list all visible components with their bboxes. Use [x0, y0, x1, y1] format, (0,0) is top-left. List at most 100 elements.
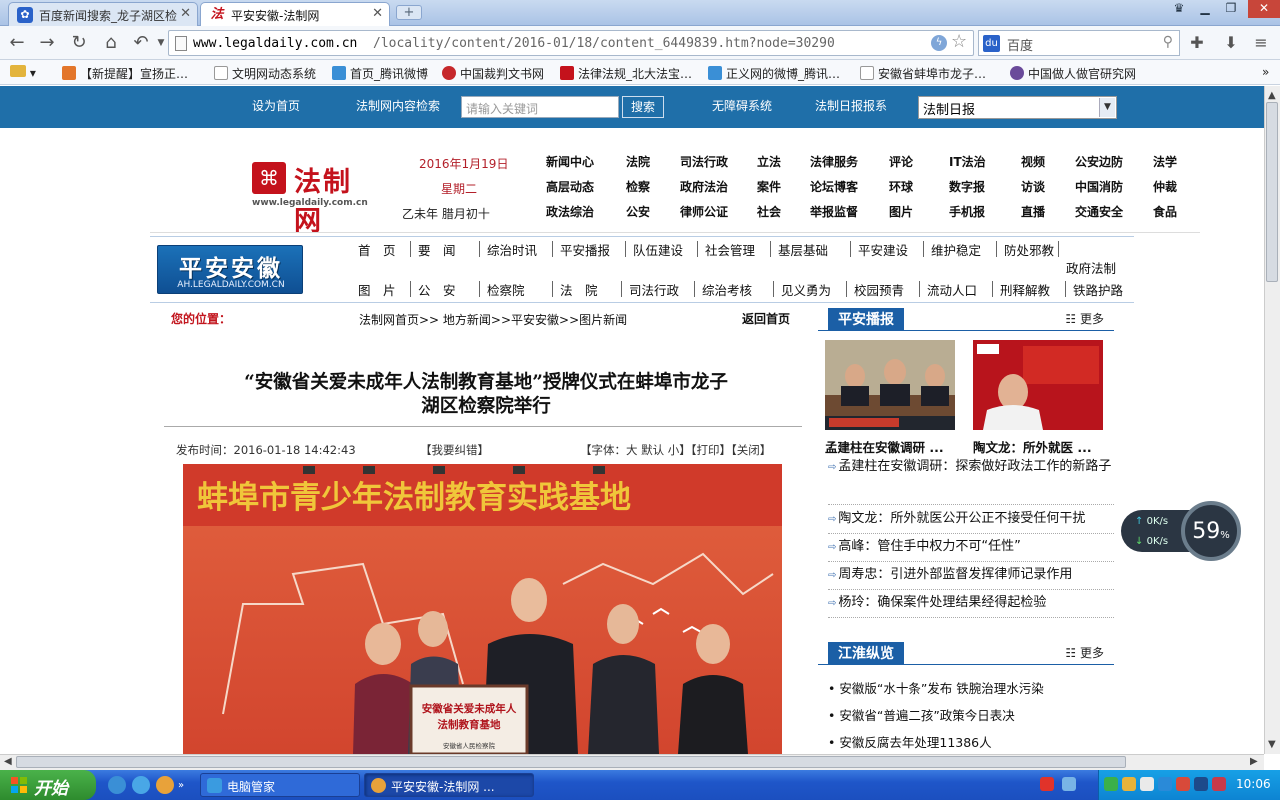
header-nav-item[interactable]: 政法综治	[546, 203, 594, 220]
home-button[interactable]: ⌂	[100, 32, 122, 54]
set-homepage-link[interactable]: 设为首页	[252, 97, 300, 114]
header-nav-item[interactable]: 仲裁	[1153, 178, 1177, 195]
site-logo[interactable]: ⌘ 法制网 www.legaldaily.com.cn	[250, 162, 370, 237]
thumbnail-caption[interactable]: 陶文龙：所外就医 ...	[973, 437, 1092, 456]
header-nav-item[interactable]: 公安边防	[1075, 153, 1123, 170]
extension-icon[interactable]: ✚	[1186, 32, 1208, 54]
header-nav-item[interactable]: 论坛博客	[810, 178, 858, 195]
header-nav-item[interactable]: IT法治	[949, 153, 986, 170]
back-button[interactable]: ←	[6, 32, 28, 54]
back-home-link[interactable]: 返回首页	[742, 310, 790, 327]
channel-nav-item[interactable]: 公 安	[418, 280, 456, 299]
minimize-button[interactable]: ▁	[1192, 0, 1218, 18]
header-nav-item[interactable]: 图片	[889, 203, 913, 220]
bookmark-item[interactable]: 【新提醒】宣扬正…	[62, 65, 188, 82]
bookmark-item[interactable]: 法律法规_北大法宝…	[560, 65, 692, 82]
article-tools[interactable]: 【字体：大 默认 小】【打印】【关闭】	[580, 442, 771, 458]
list-item[interactable]: • 安徽省“普遍二孩”政策今日表决	[828, 705, 1015, 724]
more-link[interactable]: ☷ 更多	[1065, 644, 1104, 661]
header-nav-item[interactable]: 案件	[757, 178, 781, 195]
thumbnail-interview[interactable]	[973, 340, 1103, 430]
task-pc-manager[interactable]: 电脑管家	[200, 773, 360, 797]
bookmarks-folder-icon[interactable]: ▾	[10, 65, 36, 80]
channel-nav-item[interactable]: 校园预青	[854, 280, 904, 299]
keyword-input[interactable]: 请输入关键词	[461, 96, 619, 118]
header-nav-item[interactable]: 中国消防	[1075, 178, 1123, 195]
header-nav-item[interactable]: 公安	[626, 203, 650, 220]
close-icon[interactable]: ✕	[180, 6, 191, 21]
bookmark-item[interactable]: 文明网动态系统	[214, 65, 316, 82]
header-nav-item[interactable]: 食品	[1153, 203, 1177, 220]
scroll-right-arrow[interactable]: ▶	[1250, 756, 1258, 767]
list-item[interactable]: ⇨ 周寿忠：引进外部监督发挥律师记录作用	[828, 564, 1114, 587]
reload-button[interactable]: ↻	[68, 32, 90, 54]
forward-button[interactable]: →	[36, 32, 58, 54]
channel-nav-item[interactable]: 基层基础	[778, 240, 828, 259]
channel-nav-item[interactable]: 队伍建设	[633, 240, 683, 259]
baidu-icon[interactable]: du	[983, 35, 1000, 52]
close-window-button[interactable]: ✕	[1248, 0, 1280, 18]
tab-baidu-news[interactable]: ✿ 百度新闻搜索_龙子湖区检 ✕	[8, 2, 198, 26]
task-browser[interactable]: 平安安徽-法制网 ...	[364, 773, 534, 797]
shirt-icon[interactable]: ♛	[1166, 0, 1192, 18]
channel-nav-item[interactable]: 政府法制	[1066, 258, 1116, 277]
header-nav-item[interactable]: 环球	[889, 178, 913, 195]
address-bar[interactable]: www.legaldaily.com.cn /locality/content/…	[168, 30, 974, 56]
channel-nav-item[interactable]: 法 院	[560, 280, 598, 299]
channel-nav-item[interactable]: 司法行政	[629, 280, 679, 299]
restore-button[interactable]: ❐	[1218, 0, 1244, 18]
bookmark-item[interactable]: 首页_腾讯微博	[332, 65, 428, 82]
channel-nav-item[interactable]: 综治考核	[702, 280, 752, 299]
network-speed-widget[interactable]: ↑ 0K/s ↓ 0K/s 59%	[1121, 501, 1241, 561]
tray-icon[interactable]	[1140, 777, 1154, 791]
accessibility-link[interactable]: 无障碍系统	[712, 97, 772, 114]
tray-icon[interactable]	[1212, 777, 1226, 791]
header-nav-item[interactable]: 政府法治	[680, 178, 728, 195]
channel-nav-item[interactable]: 平安播报	[560, 240, 610, 259]
new-tab-button[interactable]: +	[396, 5, 422, 20]
download-icon[interactable]: ⬇	[1220, 32, 1242, 54]
channel-nav-item[interactable]: 刑释解教	[1000, 280, 1050, 299]
channel-nav-item[interactable]: 防处邪教	[1004, 240, 1054, 259]
channel-nav-item[interactable]: 综治时讯	[487, 240, 537, 259]
channel-nav-item[interactable]: 见义勇为	[781, 280, 831, 299]
ie-icon[interactable]	[132, 776, 150, 794]
header-nav-item[interactable]: 视频	[1021, 153, 1045, 170]
header-nav-item[interactable]: 直播	[1021, 203, 1045, 220]
star-icon[interactable]: ☆	[951, 31, 967, 52]
tray-icon[interactable]	[1158, 777, 1172, 791]
tray-icon[interactable]	[1104, 777, 1118, 791]
bookmark-item[interactable]: 正义网的微博_腾讯…	[708, 65, 840, 82]
newspaper-group-link[interactable]: 法制日报报系	[815, 97, 887, 114]
scroll-left-arrow[interactable]: ◀	[4, 756, 12, 767]
chevron-icon[interactable]: »	[178, 780, 190, 791]
channel-nav-item[interactable]: 流动人口	[927, 280, 977, 299]
menu-icon[interactable]: ≡	[1250, 32, 1272, 54]
list-item[interactable]: ⇨ 孟建柱在安徽调研：探索做好政法工作的新路子	[828, 456, 1114, 479]
channel-logo[interactable]: 平安安徽 AH.LEGALDAILY.COM.CN	[157, 245, 303, 294]
horizontal-scroll-thumb[interactable]	[16, 756, 1126, 768]
list-item[interactable]: ⇨ 杨玲：确保案件处理结果经得起检验	[828, 592, 1114, 615]
header-nav-item[interactable]: 交通安全	[1075, 203, 1123, 220]
header-nav-item[interactable]: 新闻中心	[546, 153, 594, 170]
breadcrumb[interactable]: 法制网首页>> 地方新闻>>平安安徽>>图片新闻	[359, 311, 627, 328]
list-item[interactable]: ⇨ 高峰：管住手中权力不可“任性”	[828, 536, 1114, 559]
channel-nav-item[interactable]: 图 片	[358, 280, 396, 299]
header-nav-item[interactable]: 社会	[757, 203, 781, 220]
search-input[interactable]: du 百度 ⚲	[978, 30, 1180, 56]
header-nav-item[interactable]: 法院	[626, 153, 650, 170]
list-item[interactable]: • 安徽版“水十条”发布 铁腕治理水污染	[828, 678, 1044, 697]
more-link[interactable]: ☷ 更多	[1065, 310, 1104, 327]
sogou-icon[interactable]	[1040, 777, 1054, 791]
channel-nav-item[interactable]: 平安建设	[858, 240, 908, 259]
channel-nav-item[interactable]: 维护稳定	[931, 240, 981, 259]
channel-nav-item[interactable]: 要 闻	[418, 240, 456, 259]
report-error-link[interactable]: 【我要纠错】	[420, 442, 489, 458]
channel-nav-item[interactable]: 首 页	[358, 240, 396, 259]
header-nav-item[interactable]: 法学	[1153, 153, 1177, 170]
header-nav-item[interactable]: 司法行政	[680, 153, 728, 170]
bookmark-item[interactable]: 中国做人做官研究网	[1010, 65, 1136, 82]
header-nav-item[interactable]: 数字报	[949, 178, 985, 195]
bookmark-item[interactable]: 中国裁判文书网	[442, 65, 544, 82]
header-nav-item[interactable]: 评论	[889, 153, 913, 170]
